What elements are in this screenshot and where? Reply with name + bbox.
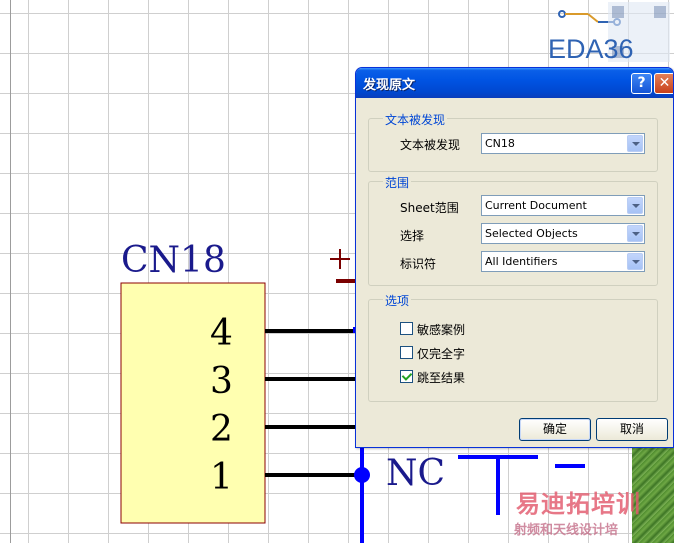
dialog-title: 发现原文 <box>363 78 416 93</box>
text-to-find-combo[interactable]: CN18 <box>481 133 645 154</box>
case-sensitive-checkbox[interactable] <box>400 322 413 335</box>
options-legend: 选项 <box>383 292 412 309</box>
pin-number-3: 3 <box>210 361 233 402</box>
sheet-scope-value: Current Document <box>485 199 587 212</box>
identifiers-value: All Identifiers <box>485 255 558 268</box>
jump-to-results-checkbox[interactable] <box>400 370 413 383</box>
junction-dot <box>354 467 370 483</box>
dialog-titlebar[interactable]: 发现原文 ? ✕ <box>356 68 673 98</box>
chevron-down-icon[interactable] <box>627 253 643 270</box>
sheet-scope-combo[interactable]: Current Document <box>481 195 645 216</box>
chevron-down-icon[interactable] <box>627 135 643 152</box>
text-to-find-legend: 文本被发现 <box>383 111 448 128</box>
text-to-find-label: 文本被发现 <box>400 138 461 152</box>
component-designator: CN18 <box>121 240 226 281</box>
component-body <box>120 282 266 524</box>
sheet-scope-label: Sheet范围 <box>400 201 459 215</box>
selection-label: 选择 <box>400 229 425 243</box>
watermark-title: 易迪拓培训 <box>516 490 641 518</box>
jump-to-results-label[interactable]: 跳至结果 <box>417 369 465 386</box>
whole-words-label[interactable]: 仅完全字 <box>417 345 465 362</box>
eda-logo-text: EDA36 <box>548 34 634 64</box>
watermark-subtitle: 射频和天线设计培 <box>514 523 619 538</box>
ok-button[interactable]: 确定 <box>519 418 591 441</box>
close-button[interactable]: ✕ <box>654 73 673 94</box>
chevron-down-icon[interactable] <box>627 197 643 214</box>
identifiers-combo[interactable]: All Identifiers <box>481 251 645 272</box>
pin-number-4: 4 <box>210 313 233 354</box>
selection-combo[interactable]: Selected Objects <box>481 223 645 244</box>
text-to-find-value: CN18 <box>485 137 515 150</box>
whole-words-checkbox[interactable] <box>400 346 413 359</box>
chevron-down-icon[interactable] <box>627 225 643 242</box>
identifiers-label: 标识符 <box>400 257 437 271</box>
scope-legend: 范围 <box>383 174 412 191</box>
pin-number-1: 1 <box>210 457 233 498</box>
cancel-button[interactable]: 取消 <box>596 418 668 441</box>
net-label-nc: NC <box>386 453 445 494</box>
help-button[interactable]: ? <box>631 73 652 94</box>
selection-value: Selected Objects <box>485 227 578 240</box>
case-sensitive-label[interactable]: 敏感案例 <box>417 321 465 338</box>
pin-number-2: 2 <box>210 409 233 450</box>
